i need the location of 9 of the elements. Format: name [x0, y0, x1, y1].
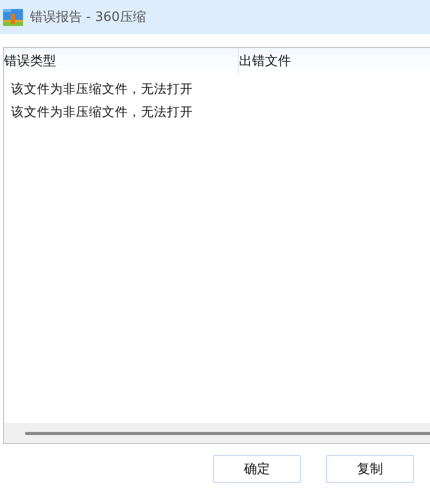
window-title: 错误报告 - 360压缩 [30, 9, 146, 26]
scrollbar-thumb[interactable] [25, 432, 430, 434]
dialog-button[interactable]: 复制 [326, 455, 414, 483]
dialog-button[interactable]: 确定 [213, 455, 301, 483]
archive-icon [2, 6, 24, 28]
column-header[interactable]: 出错文件 [238, 48, 430, 74]
column-header[interactable]: 错误类型 [4, 48, 238, 74]
table-cell-text: 该文件为非压缩文件，无法打开 [10, 81, 194, 98]
table-cell-text: 该文件为非压缩文件，无法打开 [10, 104, 194, 121]
